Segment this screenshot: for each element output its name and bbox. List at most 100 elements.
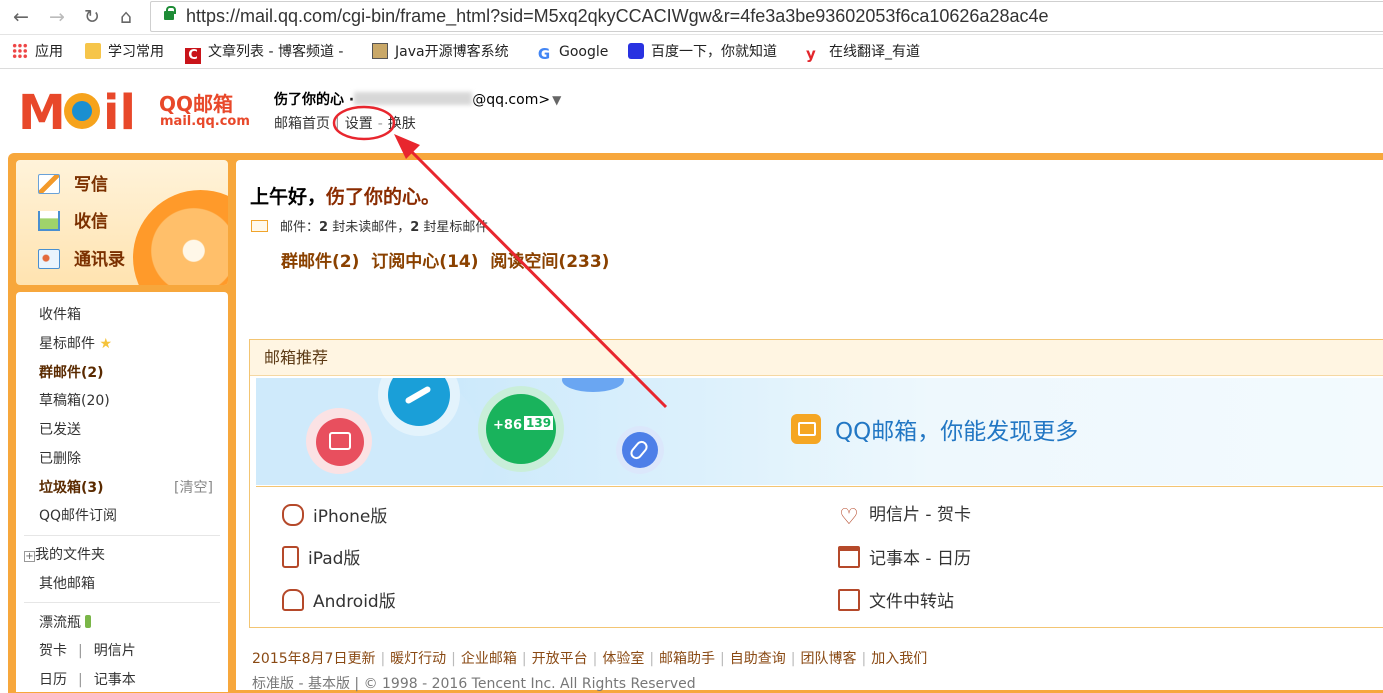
footer-link[interactable]: 邮箱助手: [659, 651, 715, 667]
account-dropdown-icon[interactable]: ▼: [552, 93, 561, 107]
footer-link[interactable]: 团队博客: [800, 651, 856, 667]
inbox-arrow-icon: [38, 211, 60, 231]
baidu-paw-icon: [628, 43, 644, 59]
bottle-icon: [85, 615, 92, 628]
bookmark-java-blog[interactable]: Java开源博客系统: [372, 43, 509, 61]
calendar-icon: [838, 546, 860, 568]
starred-link[interactable]: 封星标邮件: [423, 220, 488, 235]
link-postcard[interactable]: 明信片: [94, 643, 136, 659]
link-mail-home[interactable]: 邮箱首页: [274, 116, 330, 132]
link-settings[interactable]: 设置: [345, 116, 373, 132]
recommend-title: 邮箱推荐: [250, 340, 1383, 376]
google-g-icon: G: [537, 45, 551, 63]
envelope-icon: [251, 220, 268, 232]
svg-text:M: M: [18, 85, 64, 136]
browser-toolbar: ← → ↻ ⌂ https://mail.qq.com/cgi-bin/fram…: [0, 0, 1383, 35]
bookmark-youdao[interactable]: y 在线翻译_有道: [806, 43, 920, 62]
footer-link[interactable]: 企业邮箱: [461, 651, 517, 667]
footer-link[interactable]: 开放平台: [532, 651, 588, 667]
home-icon[interactable]: ⌂: [114, 6, 138, 28]
contact-card-icon: [38, 249, 60, 269]
bookmark-study[interactable]: 学习常用: [85, 43, 164, 61]
apps-grid-icon: [12, 43, 28, 59]
svg-text:il: il: [103, 85, 136, 136]
link-card[interactable]: 贺卡: [39, 643, 67, 659]
paperclip-app-icon: [622, 432, 658, 468]
bookmark-baidu[interactable]: 百度一下，你就知道: [628, 43, 777, 61]
cards-row: 贺卡 | 明信片: [39, 643, 136, 659]
apple-icon: [282, 504, 304, 526]
qq-mail-logo[interactable]: M il QQ邮箱 mail.qq.com: [18, 84, 258, 141]
quick-links: 群邮件(2) 订阅中心(14) 阅读空间(233): [281, 247, 609, 272]
folder-sent[interactable]: 已发送: [39, 419, 81, 439]
action-card: 写信 收信 通讯录: [16, 160, 228, 285]
transfer-icon: [838, 589, 860, 611]
my-folders-toggle[interactable]: +我的文件夹: [24, 544, 105, 564]
account-info: 伤了你的心 · @qq.com> ▼: [274, 89, 561, 109]
file-transfer-link[interactable]: 文件中转站: [838, 589, 954, 613]
quick-reading-space[interactable]: 阅读空间(233): [490, 252, 609, 272]
logo-domain: mail.qq.com: [160, 114, 250, 129]
heart-icon: ♡: [839, 505, 859, 530]
folder-deleted[interactable]: 已删除: [39, 448, 81, 468]
iphone-version-link[interactable]: iPhone版: [282, 504, 387, 528]
header-links: 邮箱首页 | 设置 - 换肤: [274, 116, 416, 132]
receive-button[interactable]: 收信: [38, 207, 108, 237]
bookmark-google[interactable]: G Google: [536, 43, 609, 63]
banner-slogan: QQ邮箱，你能发现更多: [791, 414, 1078, 447]
banner-bubble: [562, 378, 624, 392]
mail-app-icon: [791, 414, 821, 444]
link-calendar[interactable]: 日历: [39, 672, 67, 688]
expand-plus-icon: +: [24, 551, 35, 562]
compose-button[interactable]: 写信: [38, 170, 108, 200]
url-text: https://mail.qq.com/cgi-bin/frame_html?s…: [186, 6, 1049, 26]
link-notebook[interactable]: 记事本: [94, 672, 136, 688]
greeting-name: 伤了你的心。: [326, 186, 441, 208]
star-icon: ★: [99, 336, 113, 352]
footer-link[interactable]: 自助查询: [730, 651, 786, 667]
calendar-app-icon: [316, 418, 364, 466]
bookmark-apps[interactable]: 应用: [12, 43, 63, 61]
footer-links: 2015年8月7日更新 | 暖灯行动 | 企业邮箱 | 开放平台 | 体验室 | 邮箱助手 | 自助查询…: [252, 651, 928, 667]
clear-spam-link[interactable]: [清空]: [174, 477, 213, 497]
address-bar[interactable]: https://mail.qq.com/cgi-bin/frame_html?s…: [150, 1, 1383, 32]
footer-link[interactable]: 加入我们: [871, 651, 927, 667]
logo-title: QQ邮箱: [159, 92, 234, 116]
csdn-c-icon: C: [185, 48, 201, 64]
android-icon: [282, 589, 304, 611]
folder-group-mail[interactable]: 群邮件(2): [39, 362, 104, 382]
quick-subscription-center[interactable]: 订阅中心(14): [371, 252, 478, 272]
phone-app-icon: +86 139: [486, 394, 556, 464]
tools-row: 日历 | 记事本: [39, 672, 136, 688]
divider: [24, 602, 220, 603]
phone-prefix: +86: [493, 418, 522, 433]
forward-icon[interactable]: →: [45, 6, 69, 28]
ipad-version-link[interactable]: iPad版: [282, 546, 360, 570]
contacts-button[interactable]: 通讯录: [38, 245, 125, 275]
android-version-link[interactable]: Android版: [282, 589, 396, 613]
nickname: 伤了你的心 ·: [274, 92, 355, 108]
quick-group-mail[interactable]: 群邮件(2): [281, 252, 359, 272]
folder-starred[interactable]: 星标邮件 ★: [39, 333, 112, 353]
folder-drafts[interactable]: 草稿箱(20): [39, 390, 110, 410]
folder-spam[interactable]: 垃圾箱(3): [39, 477, 104, 497]
other-mailboxes[interactable]: 其他邮箱: [39, 573, 95, 593]
bookmarks-bar: 应用 学习常用 C 文章列表 - 博客频道 - Java开源博客系统 G Googl…: [0, 35, 1383, 69]
folder-sidebar: 收件箱 星标邮件 ★ 群邮件(2) 草稿箱(20) 已发送 已删除 垃圾箱(3)…: [16, 292, 228, 692]
bookmark-csdn[interactable]: C 文章列表 - 博客频道 -: [185, 43, 343, 64]
orange-decoration: [133, 190, 228, 285]
back-icon[interactable]: ←: [9, 6, 33, 28]
tablet-icon: [282, 546, 299, 568]
drift-bottle[interactable]: 漂流瓶: [39, 612, 92, 632]
notebook-link[interactable]: 记事本 - 日历: [838, 546, 971, 570]
promo-banner[interactable]: +86 139 QQ邮箱，你能发现更多: [256, 378, 1383, 485]
folder-subscription[interactable]: QQ邮件订阅: [39, 505, 117, 525]
footer-link[interactable]: 暖灯行动: [390, 651, 446, 667]
link-skin[interactable]: 换肤: [388, 116, 416, 132]
reload-icon[interactable]: ↻: [80, 6, 104, 28]
footer-update-link[interactable]: 2015年8月7日更新: [252, 651, 375, 667]
unread-link[interactable]: 封未读邮件，: [332, 220, 410, 235]
postcard-link[interactable]: ♡ 明信片 - 贺卡: [838, 504, 971, 529]
footer-link[interactable]: 体验室: [602, 651, 644, 667]
folder-inbox[interactable]: 收件箱: [39, 304, 81, 324]
